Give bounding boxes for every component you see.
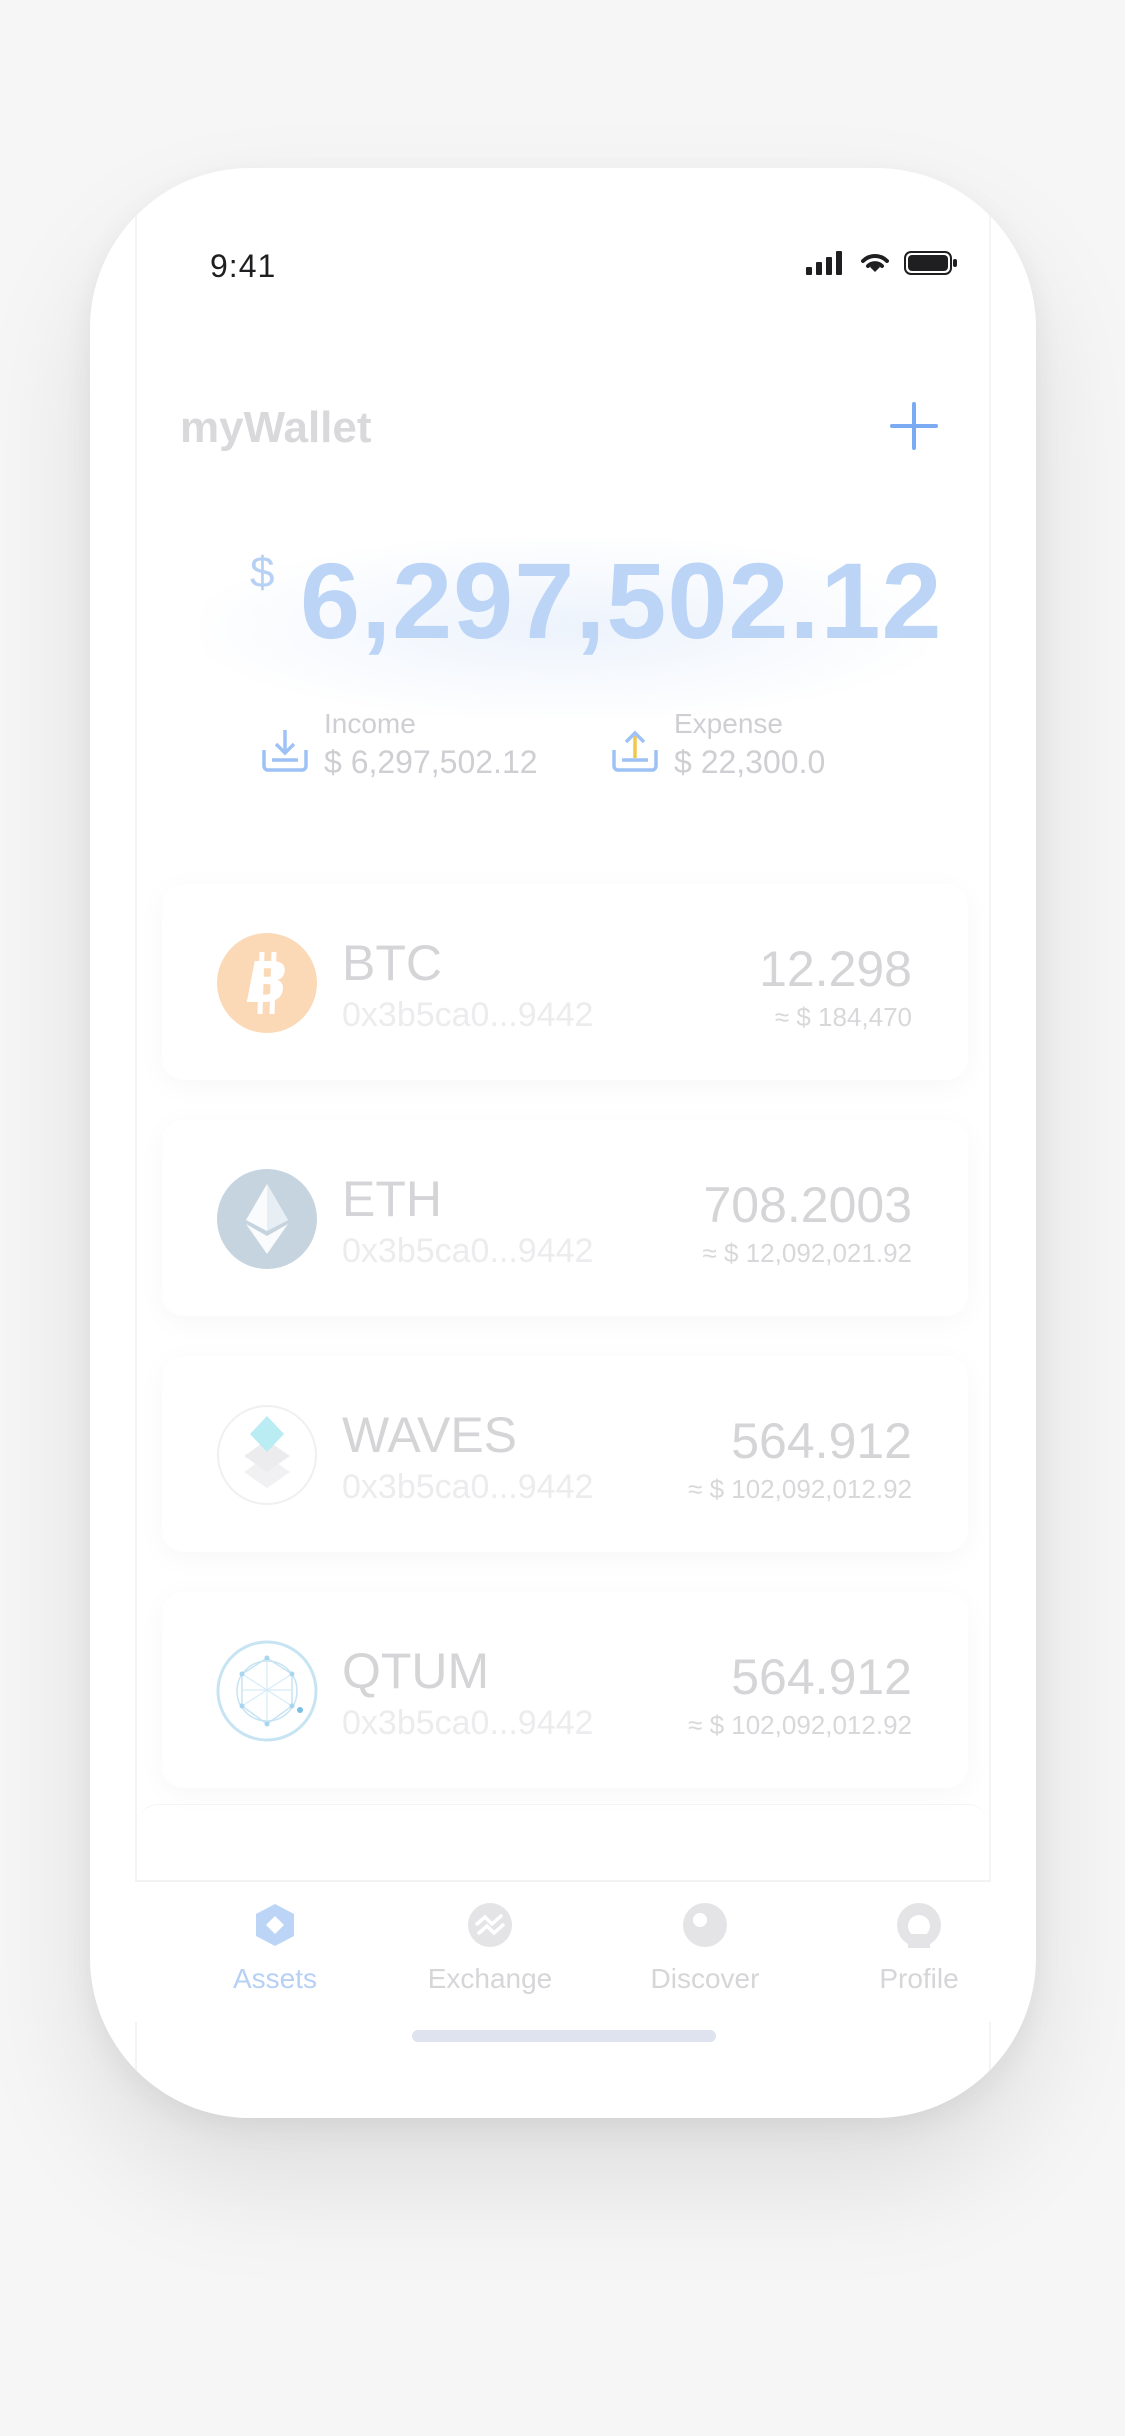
- asset-amount: 12.298: [759, 941, 912, 997]
- asset-address: 0x3b5ca0...9442: [342, 1232, 594, 1270]
- tab-assets[interactable]: Assets: [175, 1900, 375, 1995]
- asset-address: 0x3b5ca0...9442: [342, 996, 594, 1034]
- asset-usd-value: ≈ $ 102,092,012.92: [688, 1710, 912, 1740]
- page-title: myWallet: [180, 403, 372, 452]
- profile-icon: [897, 1903, 941, 1948]
- asset-symbol: QTUM: [342, 1643, 490, 1699]
- asset-amount: 564.912: [731, 1413, 912, 1469]
- asset-amount: 708.2003: [703, 1177, 912, 1233]
- tab-label: Assets: [232, 1963, 318, 1994]
- tab-bar: Assets Exchange Discover Profile: [135, 1880, 991, 2022]
- asset-card-waves[interactable]: WAVES 0x3b5ca0...9442 564.912 ≈ $ 102,09…: [162, 1356, 968, 1552]
- upload-icon: [612, 730, 658, 772]
- status-time: 9:41: [210, 248, 277, 284]
- asset-card-qtum[interactable]: QTUM 0x3b5ca0...9442 564.912 ≈ $ 102,092…: [162, 1592, 968, 1788]
- bitcoin-icon: B: [217, 933, 317, 1033]
- download-icon: [262, 730, 308, 772]
- asset-usd-value: ≈ $ 184,470: [774, 1002, 912, 1032]
- asset-card-partial[interactable]: [138, 1804, 988, 1865]
- wifi-icon: [861, 254, 889, 272]
- asset-symbol: WAVES: [342, 1407, 518, 1463]
- exchange-icon: [468, 1903, 512, 1947]
- asset-usd-value: ≈ $ 102,092,012.92: [688, 1474, 912, 1504]
- signal-icon: [806, 251, 842, 275]
- expense-label: Expense: [674, 708, 783, 739]
- battery-icon: [904, 251, 957, 275]
- tab-discover[interactable]: Discover: [605, 1900, 805, 1995]
- asset-address: 0x3b5ca0...9442: [342, 1468, 594, 1506]
- asset-symbol: ETH: [342, 1171, 442, 1227]
- expense-value: $ 22,300.0: [674, 744, 826, 780]
- ethereum-icon: [217, 1169, 317, 1269]
- add-wallet-button[interactable]: [884, 396, 944, 456]
- income-summary: Income $ 6,297,502.12: [260, 708, 538, 781]
- tab-label: Discover: [650, 1963, 760, 1994]
- balance-currency: $: [250, 548, 275, 597]
- income-label: Income: [324, 708, 416, 739]
- assets-icon: [256, 1904, 294, 1946]
- svg-text:B: B: [246, 951, 289, 1016]
- asset-address: 0x3b5ca0...9442: [342, 1704, 594, 1742]
- asset-usd-value: ≈ $ 12,092,021.92: [702, 1238, 912, 1268]
- qtum-icon: [216, 1640, 318, 1742]
- asset-card-btc[interactable]: B BTC 0x3b5ca0...9442 12.298 ≈ $ 184,470: [162, 884, 968, 1080]
- income-value: $ 6,297,502.12: [324, 744, 538, 780]
- tab-exchange[interactable]: Exchange: [390, 1900, 590, 1995]
- waves-icon: [217, 1405, 317, 1505]
- status-icons: [806, 250, 958, 276]
- plus-icon: [890, 402, 938, 450]
- phone-frame: 9:41 myWallet $ 6,297,502.12 Income $ 6,…: [90, 168, 1036, 2118]
- total-balance: 6,297,502.12: [300, 540, 943, 661]
- tab-label: Profile: [879, 1963, 959, 1994]
- tab-label: Exchange: [427, 1963, 553, 1994]
- asset-card-eth[interactable]: ETH 0x3b5ca0...9442 708.2003 ≈ $ 12,092,…: [162, 1120, 968, 1316]
- discover-icon: [683, 1903, 727, 1947]
- expense-summary: Expense $ 22,300.0: [610, 708, 825, 781]
- tab-profile[interactable]: Profile: [819, 1900, 1019, 1995]
- asset-amount: 564.912: [731, 1649, 912, 1705]
- home-indicator[interactable]: [412, 2030, 716, 2042]
- asset-symbol: BTC: [342, 935, 442, 991]
